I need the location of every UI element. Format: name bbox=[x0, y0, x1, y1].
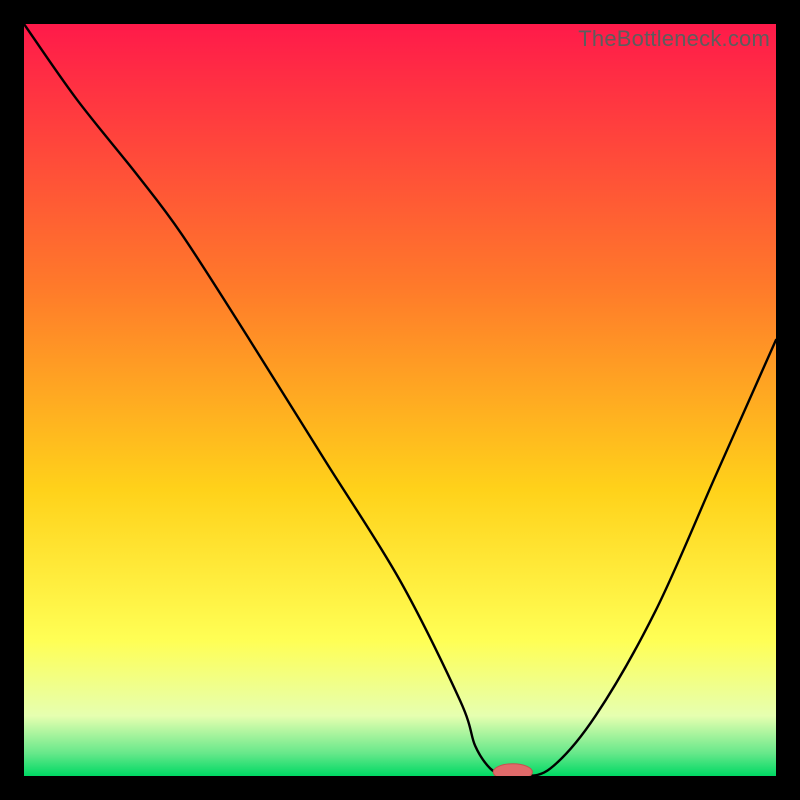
chart-frame: TheBottleneck.com bbox=[24, 24, 776, 776]
watermark-text: TheBottleneck.com bbox=[578, 26, 770, 52]
optimal-marker bbox=[493, 764, 532, 776]
bottleneck-chart bbox=[24, 24, 776, 776]
gradient-background bbox=[24, 24, 776, 776]
